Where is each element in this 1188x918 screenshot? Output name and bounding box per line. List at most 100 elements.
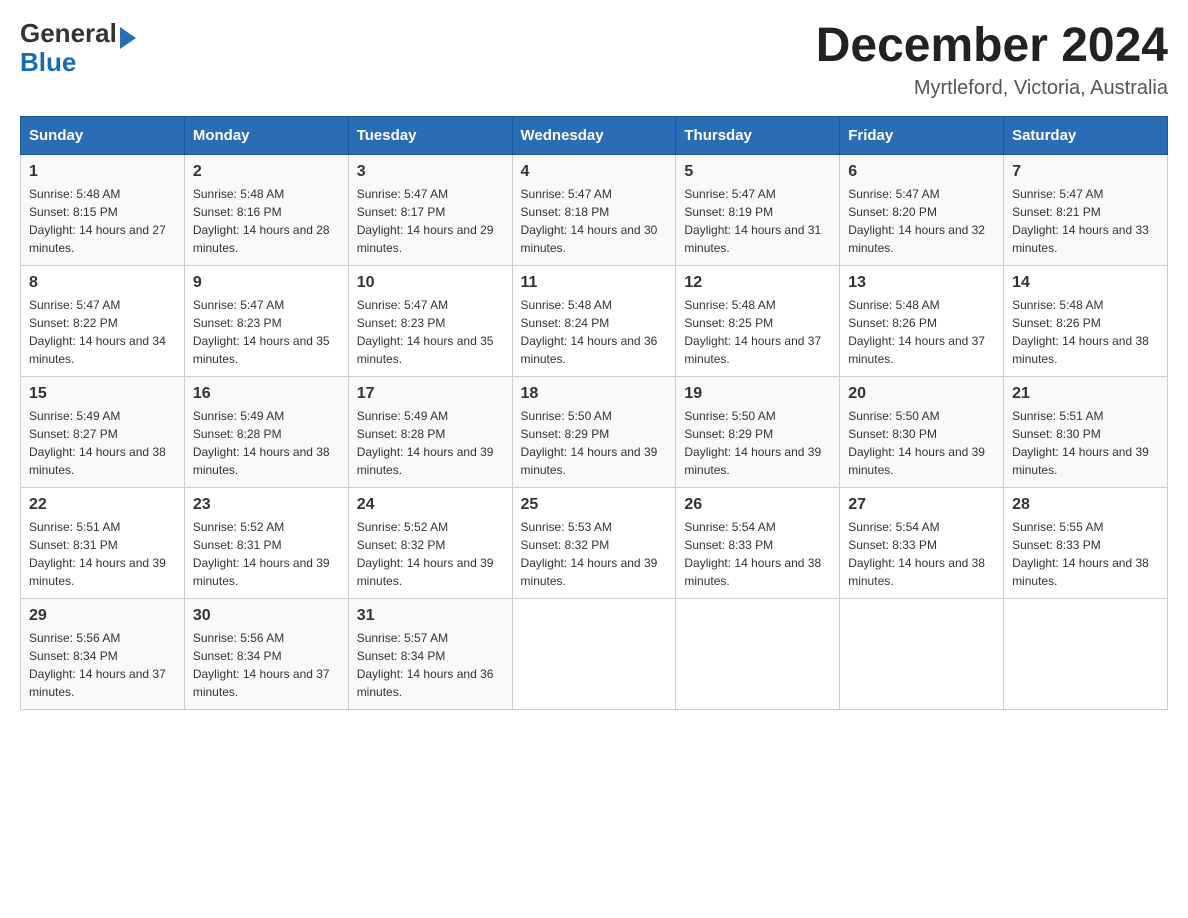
page-header: General Blue December 2024 Myrtleford, V… bbox=[20, 20, 1168, 100]
day-info: Sunrise: 5:48 AMSunset: 8:16 PMDaylight:… bbox=[193, 185, 340, 257]
header-monday: Monday bbox=[184, 116, 348, 154]
calendar-cell: 16 Sunrise: 5:49 AMSunset: 8:28 PMDayligh… bbox=[184, 376, 348, 487]
day-number: 4 bbox=[521, 163, 668, 181]
calendar-cell: 4Sunrise: 5:47 AMSunset: 8:18 PMDaylight… bbox=[512, 154, 676, 265]
day-info: Sunrise: 5:48 AMSunset: 8:15 PMDaylight:… bbox=[29, 185, 176, 257]
calendar-cell: 10 Sunrise: 5:47 AMSunset: 8:23 PMDayligh… bbox=[348, 265, 512, 376]
header-tuesday: Tuesday bbox=[348, 116, 512, 154]
calendar-cell: 3 Sunrise: 5:47 AMSunset: 8:17 PMDaylight… bbox=[348, 154, 512, 265]
day-info: Sunrise: 5:50 AMSunset: 8:29 PMDaylight:… bbox=[521, 407, 668, 479]
day-number: 12 bbox=[684, 274, 831, 292]
day-number: 28 bbox=[1012, 496, 1159, 514]
day-number: 20 bbox=[848, 385, 995, 403]
calendar-cell bbox=[512, 598, 676, 709]
header-wednesday: Wednesday bbox=[512, 116, 676, 154]
day-number: 21 bbox=[1012, 385, 1159, 403]
day-number: 1 bbox=[29, 163, 176, 181]
day-number: 25 bbox=[521, 496, 668, 514]
calendar-cell: 22Sunrise: 5:51 AMSunset: 8:31 PMDayligh… bbox=[21, 487, 185, 598]
header-sunday: Sunday bbox=[21, 116, 185, 154]
calendar-cell: 26 Sunrise: 5:54 AMSunset: 8:33 PMDayligh… bbox=[676, 487, 840, 598]
calendar-header-row: SundayMondayTuesdayWednesdayThursdayFrid… bbox=[21, 116, 1168, 154]
calendar-cell bbox=[840, 598, 1004, 709]
day-info: Sunrise: 5:55 AMSunset: 8:33 PMDaylight:… bbox=[1012, 518, 1159, 590]
day-number: 13 bbox=[848, 274, 995, 292]
header-friday: Friday bbox=[840, 116, 1004, 154]
day-number: 24 bbox=[357, 496, 504, 514]
calendar-cell: 6 Sunrise: 5:47 AMSunset: 8:20 PMDaylight… bbox=[840, 154, 1004, 265]
day-info: Sunrise: 5:49 AMSunset: 8:27 PMDaylight:… bbox=[29, 407, 176, 479]
day-info: Sunrise: 5:54 AMSunset: 8:33 PMDaylight:… bbox=[684, 518, 831, 590]
day-number: 14 bbox=[1012, 274, 1159, 292]
day-number: 26 bbox=[684, 496, 831, 514]
day-info: Sunrise: 5:47 AMSunset: 8:20 PMDaylight:… bbox=[848, 185, 995, 257]
calendar-cell: 29 Sunrise: 5:56 AMSunset: 8:34 PMDayligh… bbox=[21, 598, 185, 709]
day-info: Sunrise: 5:52 AMSunset: 8:32 PMDaylight:… bbox=[357, 518, 504, 590]
calendar-cell: 28 Sunrise: 5:55 AMSunset: 8:33 PMDayligh… bbox=[1004, 487, 1168, 598]
calendar-cell bbox=[1004, 598, 1168, 709]
calendar-week-row: 29 Sunrise: 5:56 AMSunset: 8:34 PMDayligh… bbox=[21, 598, 1168, 709]
day-number: 9 bbox=[193, 274, 340, 292]
logo-arrow-icon bbox=[120, 27, 136, 49]
day-number: 3 bbox=[357, 163, 504, 181]
day-number: 18 bbox=[521, 385, 668, 403]
day-number: 22 bbox=[29, 496, 176, 514]
day-number: 5 bbox=[684, 163, 831, 181]
day-number: 27 bbox=[848, 496, 995, 514]
calendar-cell: 23 Sunrise: 5:52 AMSunset: 8:31 PMDayligh… bbox=[184, 487, 348, 598]
calendar-cell: 31 Sunrise: 5:57 AMSunset: 8:34 PMDayligh… bbox=[348, 598, 512, 709]
day-number: 10 bbox=[357, 274, 504, 292]
calendar-cell: 2 Sunrise: 5:48 AMSunset: 8:16 PMDaylight… bbox=[184, 154, 348, 265]
day-info: Sunrise: 5:48 AMSunset: 8:26 PMDaylight:… bbox=[1012, 296, 1159, 368]
day-number: 30 bbox=[193, 607, 340, 625]
day-info: Sunrise: 5:47 AMSunset: 8:22 PMDaylight:… bbox=[29, 296, 176, 368]
day-number: 31 bbox=[357, 607, 504, 625]
calendar-cell: 8Sunrise: 5:47 AMSunset: 8:22 PMDaylight… bbox=[21, 265, 185, 376]
day-number: 17 bbox=[357, 385, 504, 403]
day-number: 19 bbox=[684, 385, 831, 403]
day-number: 15 bbox=[29, 385, 176, 403]
logo-line1: General bbox=[20, 20, 136, 49]
calendar-cell: 15 Sunrise: 5:49 AMSunset: 8:27 PMDayligh… bbox=[21, 376, 185, 487]
calendar-cell: 12 Sunrise: 5:48 AMSunset: 8:25 PMDayligh… bbox=[676, 265, 840, 376]
calendar-cell: 5 Sunrise: 5:47 AMSunset: 8:19 PMDaylight… bbox=[676, 154, 840, 265]
calendar-table: SundayMondayTuesdayWednesdayThursdayFrid… bbox=[20, 116, 1168, 710]
day-info: Sunrise: 5:47 AMSunset: 8:17 PMDaylight:… bbox=[357, 185, 504, 257]
calendar-cell: 7Sunrise: 5:47 AMSunset: 8:21 PMDaylight… bbox=[1004, 154, 1168, 265]
day-info: Sunrise: 5:47 AMSunset: 8:21 PMDaylight:… bbox=[1012, 185, 1159, 257]
day-info: Sunrise: 5:51 AMSunset: 8:30 PMDaylight:… bbox=[1012, 407, 1159, 479]
day-number: 16 bbox=[193, 385, 340, 403]
calendar-cell bbox=[676, 598, 840, 709]
day-info: Sunrise: 5:50 AMSunset: 8:29 PMDaylight:… bbox=[684, 407, 831, 479]
day-info: Sunrise: 5:56 AMSunset: 8:34 PMDaylight:… bbox=[193, 629, 340, 701]
calendar-cell: 27Sunrise: 5:54 AMSunset: 8:33 PMDayligh… bbox=[840, 487, 1004, 598]
day-info: Sunrise: 5:47 AMSunset: 8:23 PMDaylight:… bbox=[357, 296, 504, 368]
day-number: 11 bbox=[521, 274, 668, 292]
calendar-week-row: 15 Sunrise: 5:49 AMSunset: 8:27 PMDayligh… bbox=[21, 376, 1168, 487]
calendar-cell: 1 Sunrise: 5:48 AMSunset: 8:15 PMDaylight… bbox=[21, 154, 185, 265]
calendar-cell: 14 Sunrise: 5:48 AMSunset: 8:26 PMDayligh… bbox=[1004, 265, 1168, 376]
day-info: Sunrise: 5:56 AMSunset: 8:34 PMDaylight:… bbox=[29, 629, 176, 701]
calendar-week-row: 22Sunrise: 5:51 AMSunset: 8:31 PMDayligh… bbox=[21, 487, 1168, 598]
calendar-cell: 20Sunrise: 5:50 AMSunset: 8:30 PMDayligh… bbox=[840, 376, 1004, 487]
day-number: 6 bbox=[848, 163, 995, 181]
calendar-cell: 13Sunrise: 5:48 AMSunset: 8:26 PMDayligh… bbox=[840, 265, 1004, 376]
calendar-cell: 19 Sunrise: 5:50 AMSunset: 8:29 PMDayligh… bbox=[676, 376, 840, 487]
day-info: Sunrise: 5:49 AMSunset: 8:28 PMDaylight:… bbox=[193, 407, 340, 479]
day-info: Sunrise: 5:52 AMSunset: 8:31 PMDaylight:… bbox=[193, 518, 340, 590]
calendar-cell: 30 Sunrise: 5:56 AMSunset: 8:34 PMDayligh… bbox=[184, 598, 348, 709]
calendar-cell: 21 Sunrise: 5:51 AMSunset: 8:30 PMDayligh… bbox=[1004, 376, 1168, 487]
header-saturday: Saturday bbox=[1004, 116, 1168, 154]
day-info: Sunrise: 5:57 AMSunset: 8:34 PMDaylight:… bbox=[357, 629, 504, 701]
day-info: Sunrise: 5:47 AMSunset: 8:19 PMDaylight:… bbox=[684, 185, 831, 257]
day-number: 2 bbox=[193, 163, 340, 181]
calendar-cell: 18 Sunrise: 5:50 AMSunset: 8:29 PMDayligh… bbox=[512, 376, 676, 487]
day-number: 29 bbox=[29, 607, 176, 625]
day-info: Sunrise: 5:48 AMSunset: 8:25 PMDaylight:… bbox=[684, 296, 831, 368]
day-info: Sunrise: 5:48 AMSunset: 8:24 PMDaylight:… bbox=[521, 296, 668, 368]
day-number: 23 bbox=[193, 496, 340, 514]
location-subtitle: Myrtleford, Victoria, Australia bbox=[816, 77, 1168, 100]
day-info: Sunrise: 5:49 AMSunset: 8:28 PMDaylight:… bbox=[357, 407, 504, 479]
calendar-cell: 17 Sunrise: 5:49 AMSunset: 8:28 PMDayligh… bbox=[348, 376, 512, 487]
calendar-cell: 11 Sunrise: 5:48 AMSunset: 8:24 PMDayligh… bbox=[512, 265, 676, 376]
